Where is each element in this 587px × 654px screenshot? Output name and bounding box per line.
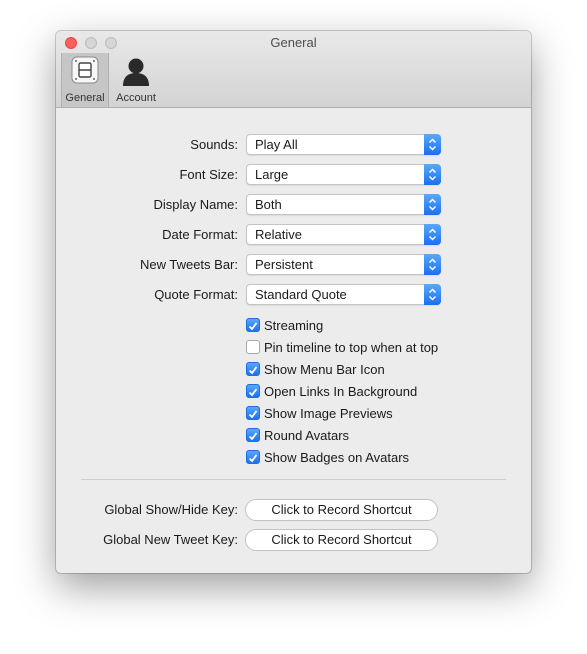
- section-divider: [81, 479, 506, 480]
- badges-label: Show Badges on Avatars: [264, 450, 410, 465]
- round-avatars-label: Round Avatars: [264, 428, 350, 443]
- preferences-window: General General Account Sounds: Play All…: [56, 31, 531, 573]
- show-hide-key-row: Global Show/Hide Key: Click to Record Sh…: [56, 499, 531, 521]
- new-tweet-key-row: Global New Tweet Key: Click to Record Sh…: [56, 529, 531, 551]
- popup-chevron-icon: [424, 194, 441, 215]
- font-size-row: Font Size: Large: [56, 164, 531, 185]
- new-tweets-bar-row: New Tweets Bar: Persistent: [56, 254, 531, 275]
- tab-account[interactable]: Account: [110, 53, 162, 107]
- tab-general[interactable]: General: [61, 53, 109, 107]
- pin-timeline-checkbox[interactable]: [246, 340, 260, 354]
- date-format-popup[interactable]: Relative: [246, 224, 441, 245]
- pin-timeline-label: Pin timeline to top when at top: [264, 340, 439, 355]
- popup-chevron-icon: [424, 134, 441, 155]
- display-name-row: Display Name: Both: [56, 194, 531, 215]
- open-links-label: Open Links In Background: [264, 384, 418, 399]
- date-format-row: Date Format: Relative: [56, 224, 531, 245]
- font-size-label: Font Size:: [179, 167, 238, 182]
- general-switch-icon: [71, 56, 99, 87]
- quote-format-popup[interactable]: Standard Quote: [246, 284, 441, 305]
- display-name-popup[interactable]: Both: [246, 194, 441, 215]
- date-format-label: Date Format:: [162, 227, 238, 242]
- sounds-popup[interactable]: Play All: [246, 134, 441, 155]
- new-tweets-bar-value: Persistent: [255, 257, 313, 272]
- open-links-checkbox[interactable]: [246, 384, 260, 398]
- tab-general-label: General: [65, 92, 105, 104]
- window-title: General: [270, 35, 317, 50]
- menu-bar-icon-checkbox[interactable]: [246, 362, 260, 376]
- window-toolbar: General General Account: [56, 31, 531, 108]
- popup-chevron-icon: [424, 254, 441, 275]
- record-show-hide-shortcut-button[interactable]: Click to Record Shortcut: [245, 499, 438, 521]
- quote-format-label: Quote Format:: [154, 287, 238, 302]
- quote-format-value: Standard Quote: [255, 287, 347, 302]
- image-previews-checkbox[interactable]: [246, 406, 260, 420]
- sounds-value: Play All: [255, 137, 298, 152]
- badges-checkbox[interactable]: [246, 450, 260, 464]
- account-person-icon: [121, 56, 151, 89]
- sounds-label: Sounds:: [190, 137, 238, 152]
- popup-chevron-icon: [424, 284, 441, 305]
- display-name-value: Both: [255, 197, 282, 212]
- date-format-value: Relative: [255, 227, 302, 242]
- display-name-label: Display Name:: [153, 197, 238, 212]
- popup-chevron-icon: [424, 164, 441, 185]
- show-hide-key-label: Global Show/Hide Key:: [104, 502, 238, 517]
- sounds-row: Sounds: Play All: [56, 134, 531, 155]
- streaming-checkbox[interactable]: [246, 318, 260, 332]
- menu-bar-icon-label: Show Menu Bar Icon: [264, 362, 385, 377]
- new-tweet-key-label: Global New Tweet Key:: [103, 532, 238, 547]
- image-previews-label: Show Image Previews: [264, 406, 393, 421]
- popup-chevron-icon: [424, 224, 441, 245]
- tab-account-label: Account: [116, 92, 156, 104]
- font-size-popup[interactable]: Large: [246, 164, 441, 185]
- new-tweets-bar-label: New Tweets Bar:: [139, 257, 238, 272]
- round-avatars-checkbox[interactable]: [246, 428, 260, 442]
- record-new-tweet-shortcut-button[interactable]: Click to Record Shortcut: [245, 529, 438, 551]
- new-tweets-bar-popup[interactable]: Persistent: [246, 254, 441, 275]
- font-size-value: Large: [255, 167, 289, 182]
- streaming-label: Streaming: [264, 318, 324, 333]
- quote-format-row: Quote Format: Standard Quote: [56, 284, 531, 305]
